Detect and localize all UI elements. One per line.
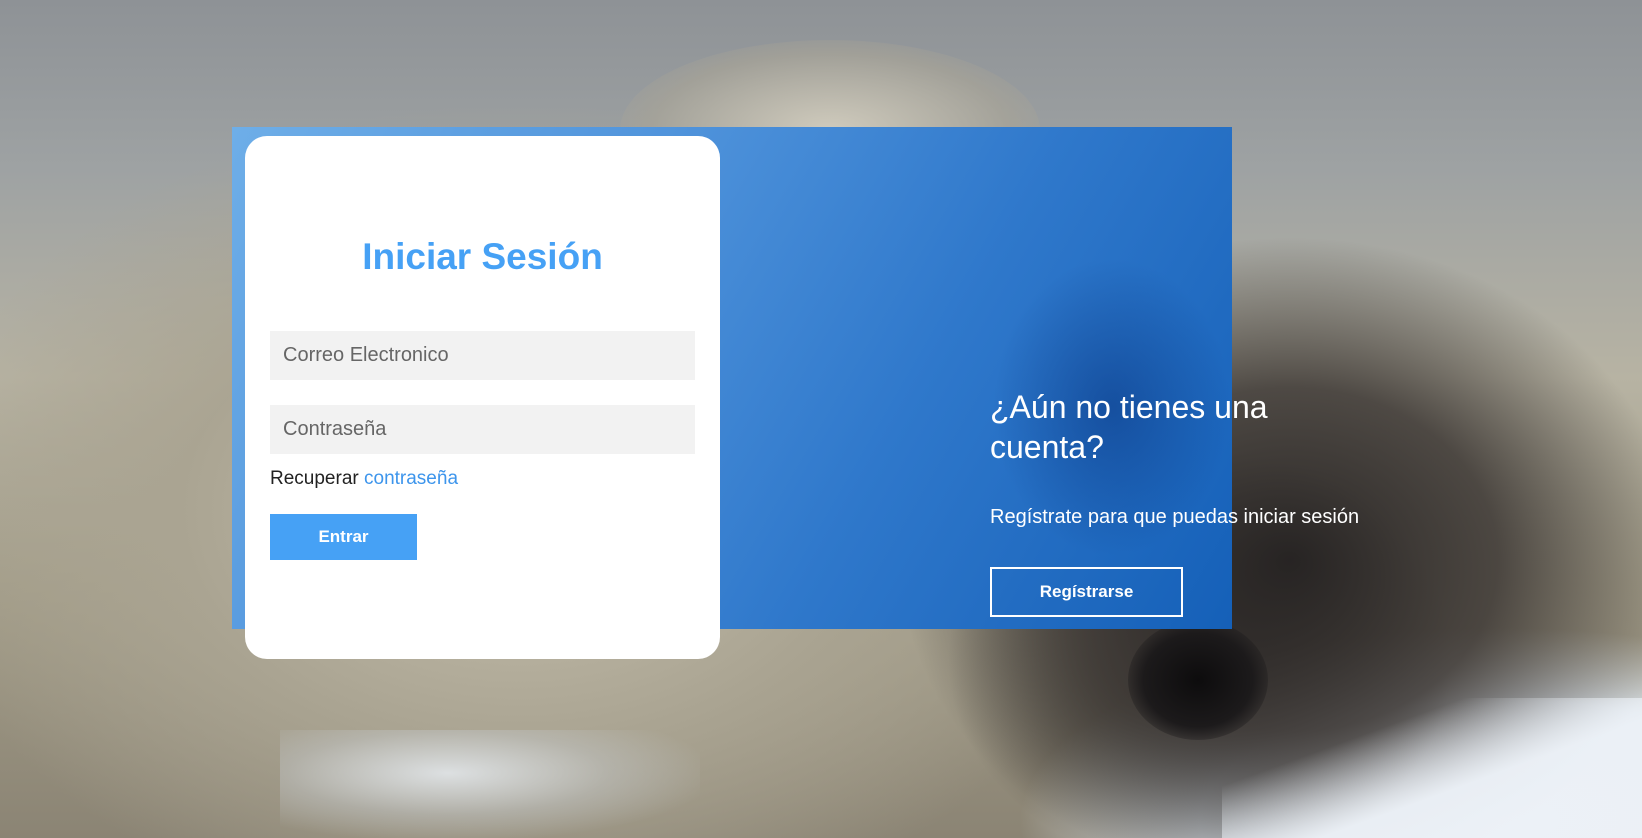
login-button[interactable]: Entrar — [270, 514, 417, 560]
login-title: Iniciar Sesión — [362, 236, 603, 277]
recover-prefix: Recuperar — [270, 468, 359, 489]
background-photo-detail — [1222, 698, 1642, 838]
login-card: Iniciar Sesión Recuperar contraseña Entr… — [245, 136, 720, 659]
password-field[interactable] — [270, 405, 695, 454]
recover-password-link[interactable]: contraseña — [364, 468, 458, 489]
email-field[interactable] — [270, 331, 695, 380]
register-description: Regístrate para que puedas iniciar sesió… — [990, 506, 1360, 528]
register-heading: ¿Aún no tienes una cuenta? — [990, 389, 1268, 465]
background-photo-detail — [280, 730, 700, 838]
register-section: ¿Aún no tienes una cuenta? Regístrate pa… — [990, 387, 1410, 617]
recover-password-text: Recuperar contraseña — [270, 468, 458, 490]
register-button[interactable]: Regístrarse — [990, 567, 1183, 617]
